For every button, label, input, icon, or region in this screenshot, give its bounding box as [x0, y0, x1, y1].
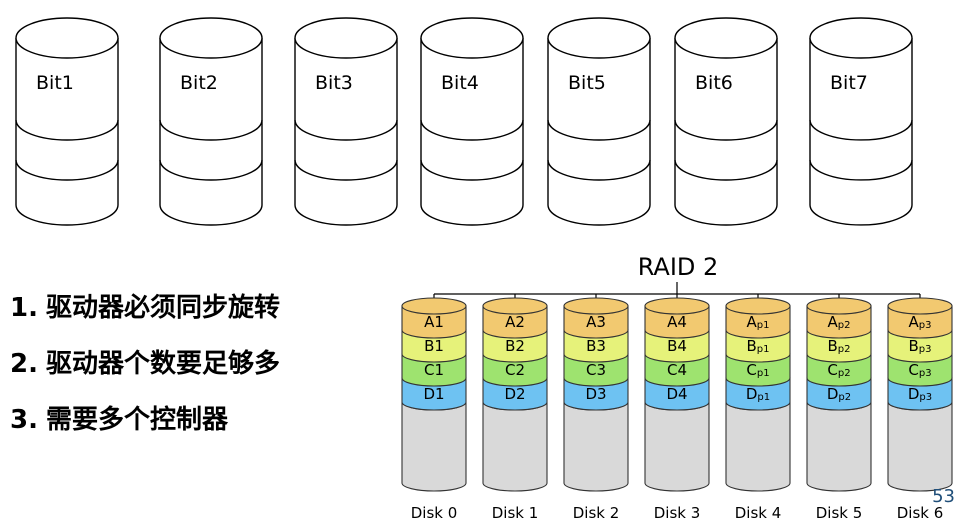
requirement-text: 驱动器必须同步旋转 — [45, 293, 280, 323]
raid-disk: A1 B1 C1 D1 Disk 0 — [401, 294, 467, 522]
raid-disk: Ap1Bp1Cp1Dp1Disk 4 — [725, 294, 791, 522]
requirements-list: 1. 驱动器必须同步旋转 2. 驱动器个数要足够多 3. 需要多个控制器 — [10, 288, 280, 456]
bit-drive-cylinder — [159, 17, 263, 226]
bit-drive-label: Bit1 — [36, 72, 74, 94]
raid-disk-label: Disk 2 — [573, 504, 620, 522]
bit-drive-label: Bit4 — [441, 72, 479, 94]
bit-drive-cylinder — [809, 17, 913, 226]
requirement-item: 2. 驱动器个数要足够多 — [10, 344, 280, 400]
raid-disk: Ap2Bp2Cp2Dp2Disk 5 — [806, 294, 872, 522]
bit-drive-label: Bit7 — [830, 72, 868, 94]
raid-block-label: A1 — [424, 313, 444, 331]
bit-drive-label: Bit6 — [695, 72, 733, 94]
raid-title: RAID 2 — [638, 253, 719, 281]
bit-drives-diagram — [15, 17, 913, 226]
bit-drive-label: Bit3 — [315, 72, 353, 94]
page-number: 53 — [932, 486, 955, 507]
bit-drive-cylinder — [547, 17, 651, 226]
raid2-diagram: RAID 2 A1 B1 C1 D1 Disk 0 A2 B2 C2 D2 Disk 1 A3 B3 C3… — [401, 253, 953, 522]
raid-block-label: D4 — [666, 385, 687, 403]
raid-block-label: B2 — [505, 337, 525, 355]
raid-block-label: A4 — [667, 313, 687, 331]
raid-block-label: B1 — [424, 337, 444, 355]
raid-block-label: D1 — [423, 385, 444, 403]
requirement-item: 3. 需要多个控制器 — [10, 400, 280, 456]
raid-disk-label: Disk 3 — [654, 504, 701, 522]
raid-disk-label: Disk 5 — [816, 504, 863, 522]
raid-block-label: C2 — [505, 361, 525, 379]
raid-block-label: B3 — [586, 337, 606, 355]
raid-disk-label: Disk 4 — [735, 504, 782, 522]
raid-block-label: A3 — [586, 313, 606, 331]
bit-drive-cylinder — [294, 17, 398, 226]
raid-disk-label: Disk 0 — [411, 504, 458, 522]
raid-disk: A4 B4 C4 D4 Disk 3 — [644, 294, 710, 522]
raid-block-label: C3 — [586, 361, 606, 379]
raid-disk-label: Disk 1 — [492, 504, 539, 522]
requirement-item: 1. 驱动器必须同步旋转 — [10, 288, 280, 344]
raid-disk: A2 B2 C2 D2 Disk 1 — [482, 294, 548, 522]
bit-drive-cylinder — [674, 17, 778, 226]
requirement-text: 需要多个控制器 — [45, 405, 228, 435]
bit-drive-cylinder — [420, 17, 524, 226]
requirement-number: 1. — [10, 293, 38, 323]
requirement-number: 2. — [10, 349, 38, 379]
raid-block-label: A2 — [505, 313, 525, 331]
bit-drive-label: Bit5 — [568, 72, 606, 94]
bit-drive-cylinder — [15, 17, 119, 226]
raid-block-label: C1 — [424, 361, 444, 379]
raid-block-label: D2 — [504, 385, 525, 403]
raid-block-label: B4 — [667, 337, 687, 355]
raid-disk: A3 B3 C3 D3 Disk 2 — [563, 294, 629, 522]
raid-block-label: C4 — [667, 361, 687, 379]
requirement-text: 驱动器个数要足够多 — [45, 349, 280, 379]
requirement-number: 3. — [10, 405, 38, 435]
raid-block-label: D3 — [585, 385, 606, 403]
bit-drive-label: Bit2 — [180, 72, 218, 94]
